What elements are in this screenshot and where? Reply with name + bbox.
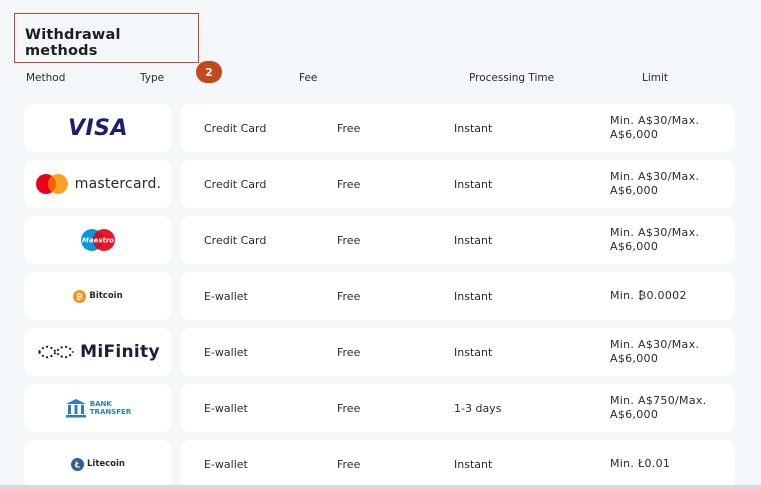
limit-cell: Min. A$30/Max. A$6,000 xyxy=(610,226,700,253)
time-cell: Instant xyxy=(454,177,493,191)
method-info-cell: Credit Card Free Instant Min. A$30/Max. A… xyxy=(180,160,735,208)
mifinity-dots-icon xyxy=(38,345,74,359)
limit-cell: Min. A$30/Max. A$6,000 xyxy=(610,170,700,197)
fee-cell: Free xyxy=(337,401,361,415)
type-cell: Credit Card xyxy=(204,233,267,247)
table-row: VISA Credit Card Free Instant Min. A$30/… xyxy=(24,104,735,152)
fee-cell: Free xyxy=(337,289,361,303)
table-row: ₿ Bitcoin E-wallet Free Instant Min. ₿0.… xyxy=(24,272,735,320)
bitcoin-icon: ₿ xyxy=(73,289,87,303)
litecoin-logo: Ł Litecoin xyxy=(70,457,125,471)
fee-cell: Free xyxy=(337,457,361,471)
svg-text:Ł: Ł xyxy=(74,460,80,469)
method-info-cell: E-wallet Free Instant Min. A$30/Max. A$6,… xyxy=(180,328,735,376)
visa-logo: VISA xyxy=(67,115,129,141)
method-logo-cell: Maestro xyxy=(24,216,172,264)
bitcoin-logo: ₿ Bitcoin xyxy=(73,289,123,303)
time-cell: Instant xyxy=(454,345,493,359)
section-title: Withdrawal methods xyxy=(25,27,121,59)
fee-cell: Free xyxy=(337,121,361,135)
time-cell: Instant xyxy=(454,233,493,247)
table-row: MiFinity E-wallet Free Instant Min. A$30… xyxy=(24,328,735,376)
svg-text:₿: ₿ xyxy=(77,292,84,301)
mifinity-logo: MiFinity xyxy=(36,342,160,362)
table-row: mastercard. Credit Card Free Instant Min… xyxy=(24,160,735,208)
section-title-box: Withdrawal methods xyxy=(14,13,199,63)
type-cell: Credit Card xyxy=(204,177,267,191)
header-type: Type xyxy=(140,72,165,84)
time-cell: Instant xyxy=(454,289,493,303)
time-cell: Instant xyxy=(454,457,493,471)
method-info-cell: E-wallet Free 1-3 days Min. A$750/Max. A$… xyxy=(180,384,735,432)
fee-cell: Free xyxy=(337,233,361,247)
bank-icon xyxy=(65,399,86,418)
bottom-divider xyxy=(0,485,761,489)
method-logo-cell: VISA xyxy=(24,104,172,152)
method-info-cell: Credit Card Free Instant Min. A$30/Max. A… xyxy=(180,216,735,264)
table-row: BANK TRANSFER E-wallet Free 1-3 days Min.… xyxy=(24,384,735,432)
method-logo-cell: Ł Litecoin xyxy=(24,440,172,488)
method-logo-cell: ₿ Bitcoin xyxy=(24,272,172,320)
header-processing-time: Processing Time xyxy=(469,72,555,84)
type-cell: E-wallet xyxy=(204,457,248,471)
svg-text:Maestro: Maestro xyxy=(82,237,114,245)
limit-cell: Min. ₿0.0002 xyxy=(610,289,687,302)
type-cell: E-wallet xyxy=(204,289,248,303)
table-row: Ł Litecoin E-wallet Free Instant Min. Ł0… xyxy=(24,440,735,488)
method-logo-cell: mastercard. xyxy=(24,160,172,208)
method-info-cell: E-wallet Free Instant Min. Ł0.01 xyxy=(180,440,735,488)
fee-cell: Free xyxy=(337,345,361,359)
limit-cell: Min. A$30/Max. A$6,000 xyxy=(610,114,700,141)
header-limit: Limit xyxy=(642,72,669,84)
type-cell: E-wallet xyxy=(204,345,248,359)
step-badge: 2 xyxy=(196,61,222,83)
fee-cell: Free xyxy=(337,177,361,191)
method-info-cell: Credit Card Free Instant Min. A$30/Max. A… xyxy=(180,104,735,152)
mastercard-circles-icon xyxy=(35,174,68,194)
maestro-logo: Maestro xyxy=(81,229,115,251)
mastercard-logo: mastercard. xyxy=(35,173,161,195)
method-logo-cell: MiFinity xyxy=(24,328,172,376)
header-fee: Fee xyxy=(299,72,318,84)
table-row: Maestro Credit Card Free Instant Min. A$… xyxy=(24,216,735,264)
bank-transfer-logo: BANK TRANSFER xyxy=(65,398,131,418)
limit-cell: Min. A$30/Max. A$6,000 xyxy=(610,338,700,365)
limit-cell: Min. A$750/Max. A$6,000 xyxy=(610,394,707,421)
method-logo-cell: BANK TRANSFER xyxy=(24,384,172,432)
type-cell: E-wallet xyxy=(204,401,248,415)
time-cell: 1-3 days xyxy=(454,401,502,415)
method-info-cell: E-wallet Free Instant Min. ₿0.0002 xyxy=(180,272,735,320)
limit-cell: Min. Ł0.01 xyxy=(610,457,671,470)
type-cell: Credit Card xyxy=(204,121,267,135)
header-method: Method xyxy=(26,72,66,84)
litecoin-icon: Ł xyxy=(70,457,84,471)
time-cell: Instant xyxy=(454,121,493,135)
